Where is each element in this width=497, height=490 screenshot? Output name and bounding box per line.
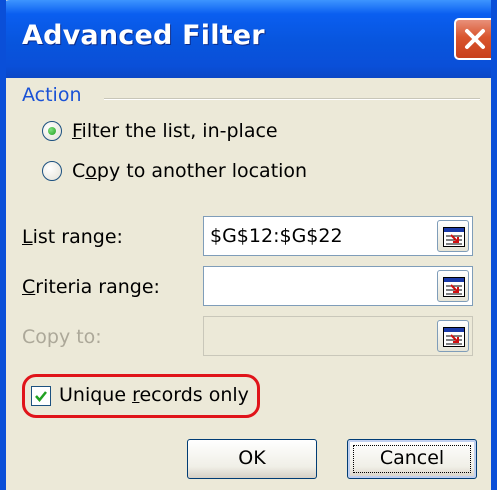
collapse-dialog-icon	[443, 277, 465, 297]
radio-filter-in-place-label: Filter the list, in-place	[72, 120, 278, 142]
dialog-title: Advanced Filter	[22, 20, 265, 51]
radio-copy-to-location-label: Copy to another location	[72, 160, 308, 182]
list-range-input[interactable]: $G$12:$G$22	[203, 216, 473, 256]
radio-filter-in-place[interactable]: Filter the list, in-place	[42, 116, 278, 146]
group-divider	[104, 98, 480, 100]
collapse-dialog-icon	[443, 227, 465, 247]
radio-copy-to-location[interactable]: Copy to another location	[42, 156, 307, 186]
copy-to-collapse-button	[437, 320, 469, 352]
cancel-button[interactable]: Cancel	[347, 439, 477, 479]
checkmark-icon	[35, 391, 47, 402]
title-bar[interactable]: Advanced Filter	[6, 0, 491, 78]
advanced-filter-dialog: Advanced Filter Action Filter the list, …	[0, 0, 497, 490]
criteria-range-label: Criteria range:	[22, 276, 160, 298]
criteria-range-collapse-button[interactable]	[437, 270, 469, 302]
close-button[interactable]	[454, 18, 491, 60]
focus-indicator	[353, 445, 471, 473]
unique-records-highlight: Unique records only	[22, 374, 260, 418]
list-range-collapse-button[interactable]	[437, 220, 469, 252]
copy-to-label: Copy to:	[22, 326, 102, 348]
ok-button[interactable]: OK	[187, 439, 317, 479]
criteria-range-input[interactable]	[203, 266, 473, 306]
list-range-label: List range:	[22, 226, 123, 248]
action-group-label: Action	[22, 84, 82, 106]
unique-records-label: Unique records only	[59, 384, 249, 406]
copy-to-input	[203, 316, 473, 356]
unique-records-checkbox[interactable]	[31, 386, 51, 406]
close-icon	[465, 29, 485, 49]
radio-button-selected[interactable]	[42, 121, 62, 141]
dialog-content: Action Filter the list, in-place Copy to…	[6, 78, 491, 490]
collapse-dialog-icon	[443, 327, 465, 347]
list-range-value: $G$12:$G$22	[210, 225, 343, 247]
radio-button-unselected[interactable]	[42, 161, 62, 181]
